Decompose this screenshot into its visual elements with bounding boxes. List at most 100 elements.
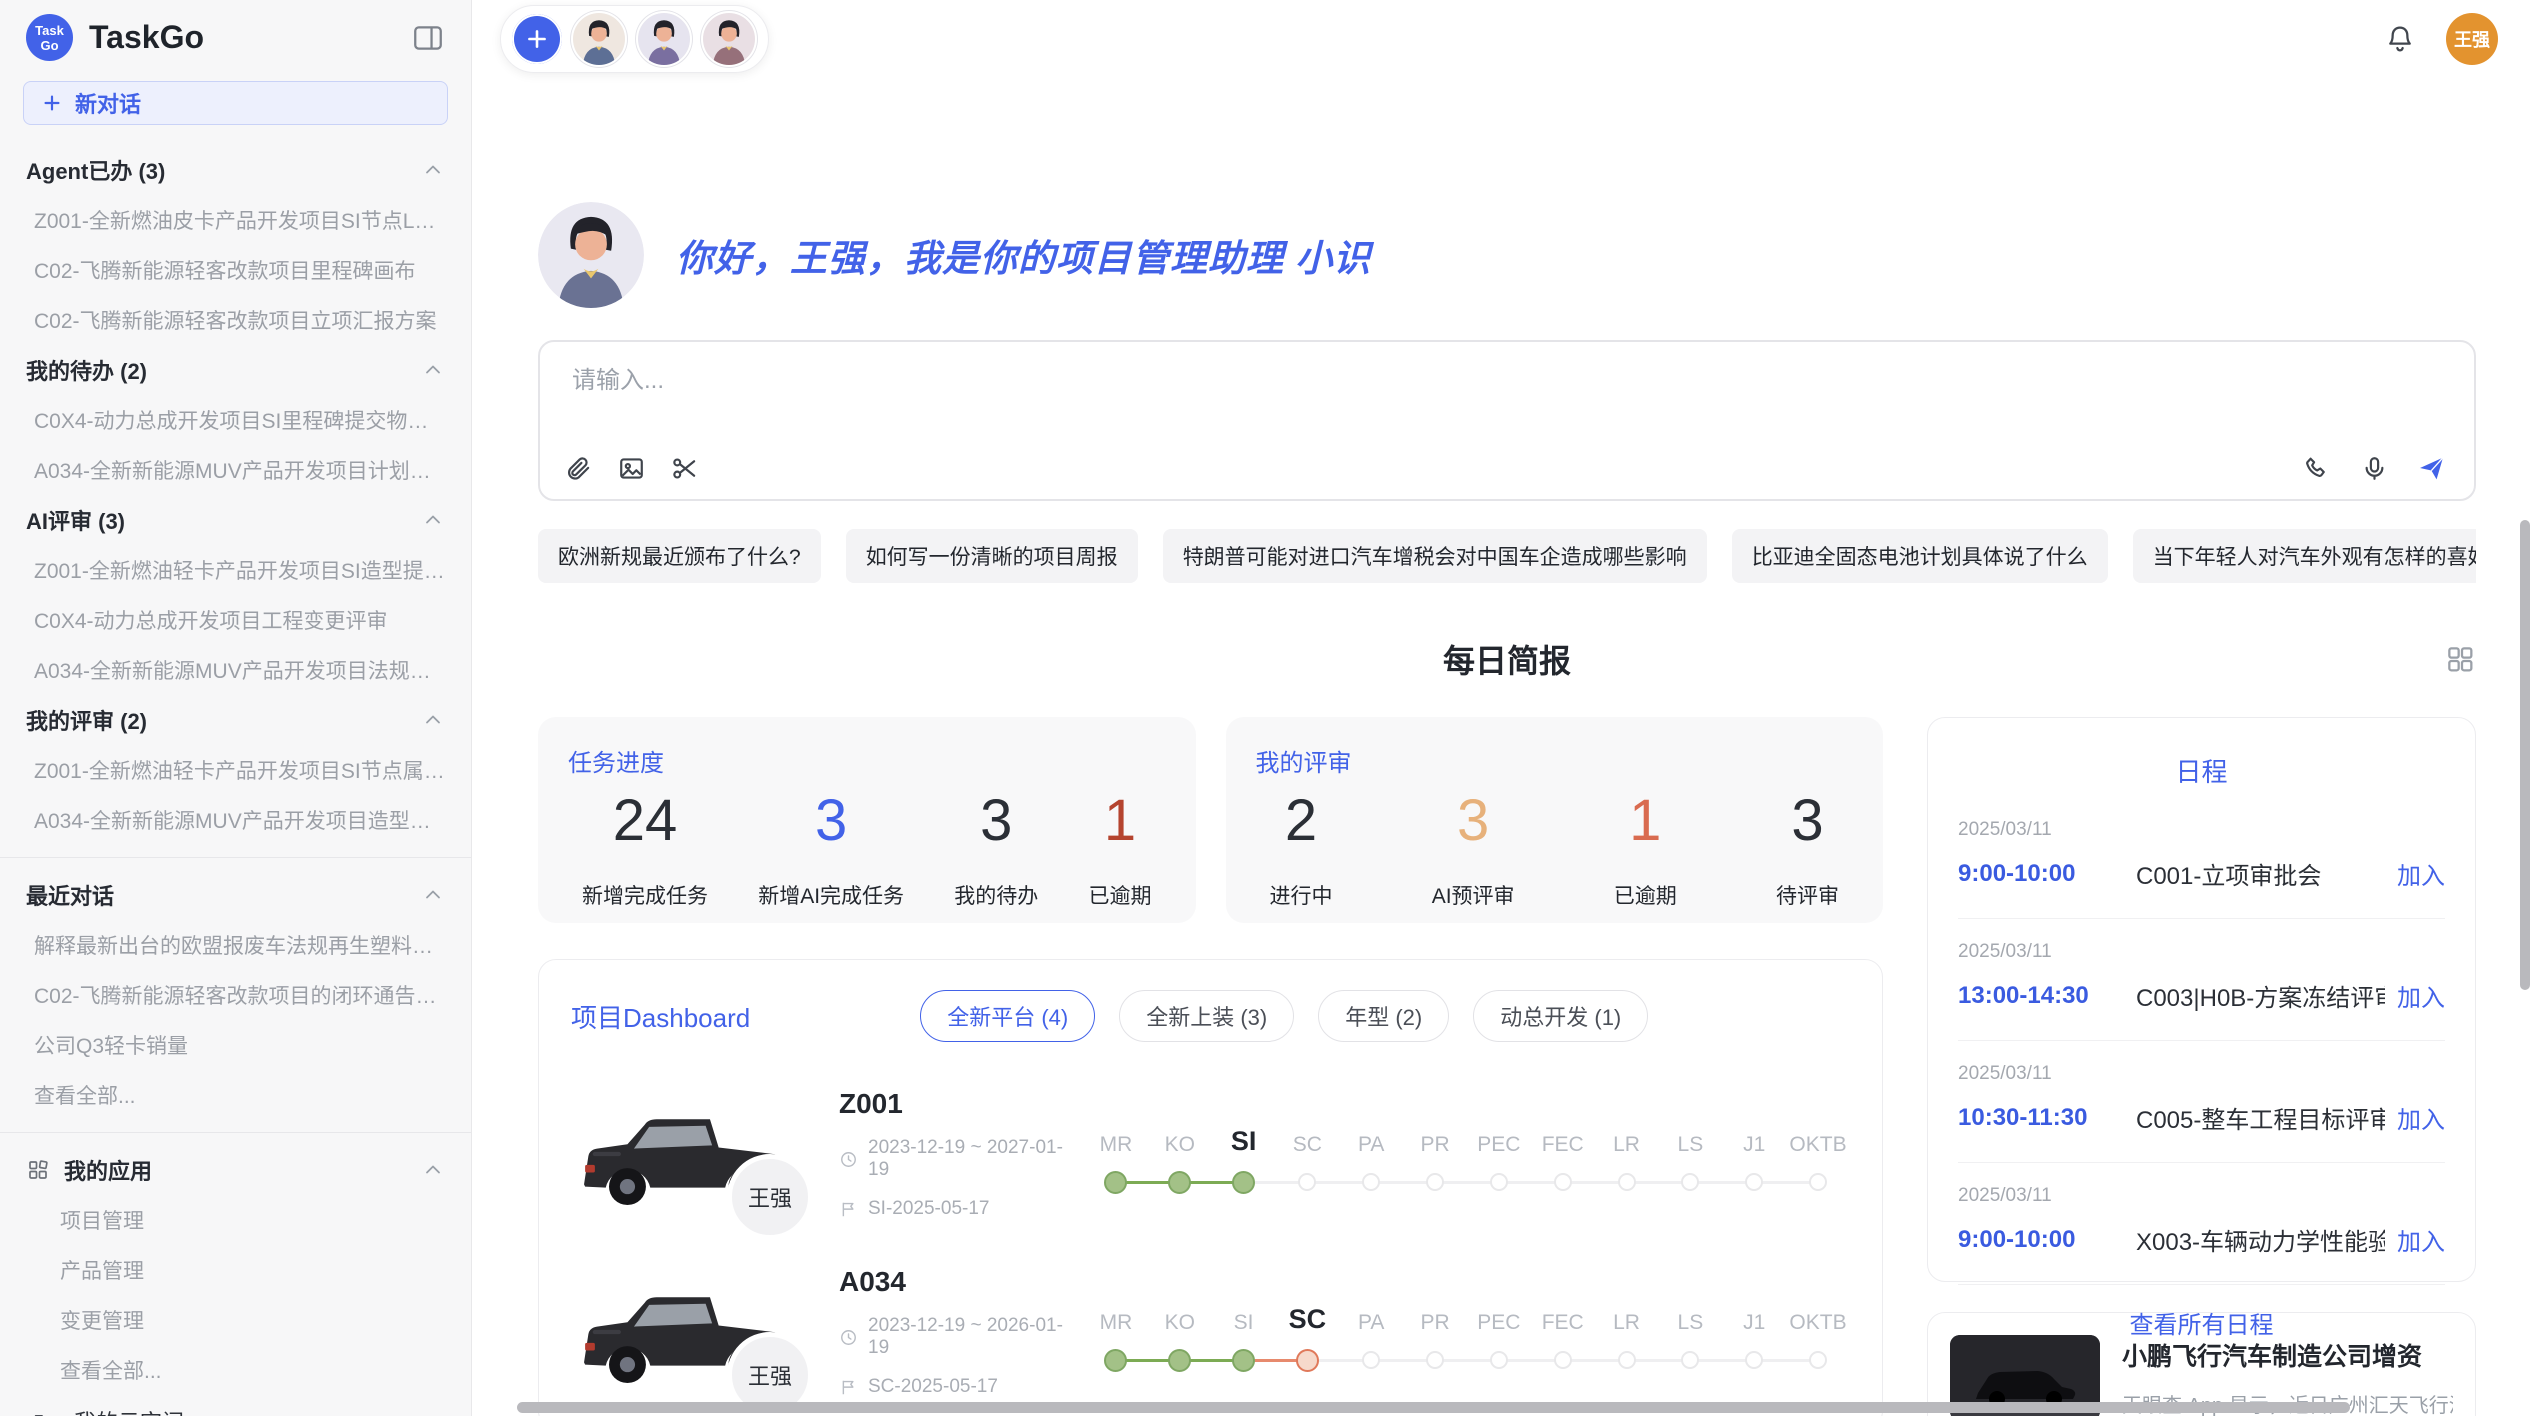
- sidebar-section-header[interactable]: 我的评审 (2): [0, 695, 471, 745]
- horizontal-scrollbar[interactable]: [517, 1402, 2350, 1413]
- stat: 3新增AI完成任务: [758, 792, 904, 910]
- join-link[interactable]: 加入: [2397, 1100, 2445, 1135]
- view-all-schedule-link[interactable]: 查看所有日程: [1958, 1285, 2445, 1342]
- sidebar-section-header[interactable]: 我的待办 (2): [0, 345, 471, 395]
- left-column: 任务进度 24新增完成任务3新增AI完成任务3我的待办1已逾期 我的评审 2进行…: [538, 717, 1883, 1416]
- join-link[interactable]: 加入: [2397, 978, 2445, 1013]
- sidebar-item[interactable]: A034-全新新能源MUV产品开发项目法规符合性评审: [0, 645, 471, 695]
- stat-label: AI预评审: [1432, 880, 1515, 910]
- sidebar-item[interactable]: 变更管理: [0, 1295, 471, 1345]
- notification-bell-icon[interactable]: [2384, 23, 2416, 55]
- layout-grid-icon[interactable]: [2444, 643, 2476, 675]
- milestone-label: OKTB: [1789, 1119, 1846, 1157]
- sidebar-item[interactable]: 查看全部...: [0, 1070, 471, 1120]
- dashboard-filter-tab[interactable]: 全新上装 (3): [1119, 990, 1294, 1042]
- milestone: LR: [1595, 1297, 1659, 1373]
- topbar-right: 王强: [2384, 13, 2498, 65]
- milestone: SI: [1212, 1119, 1276, 1195]
- milestone: PEC: [1467, 1297, 1531, 1373]
- section-label: 我的应用: [26, 1154, 421, 1186]
- sidebar-section-header[interactable]: 我的应用: [0, 1145, 471, 1195]
- dashboard-filter-tab[interactable]: 年型 (2): [1318, 990, 1449, 1042]
- send-icon[interactable]: [2417, 454, 2446, 483]
- agent-avatar-1[interactable]: [571, 11, 627, 67]
- join-link[interactable]: 加入: [2397, 1222, 2445, 1257]
- stat: 3AI预评审: [1432, 792, 1515, 910]
- project-dates-text: 2023-12-19 ~ 2026-01-19: [868, 1315, 1084, 1359]
- phone-call-icon[interactable]: [2303, 454, 2332, 483]
- schedule-item: 2025/03/119:00-10:00X003-车辆动力学性能验...加入: [1958, 1163, 2445, 1285]
- milestone-label: PA: [1358, 1297, 1384, 1335]
- sidebar-item[interactable]: C02-飞腾新能源轻客改款项目的闭环通告反馈情况: [0, 970, 471, 1020]
- sidebar-item[interactable]: C02-飞腾新能源轻客改款项目立项汇报方案: [0, 295, 471, 345]
- sidebar-item-label: 我的云空间: [74, 1405, 184, 1416]
- composer-left-icons: [564, 454, 699, 483]
- milestone-dot-row: [1403, 1347, 1467, 1373]
- project-card[interactable]: 王强A0342023-12-19 ~ 2026-01-19SC-2025-05-…: [571, 1266, 1850, 1398]
- schedule-name: X003-车辆动力学性能验...: [2136, 1222, 2385, 1257]
- chevron-up-icon: [421, 883, 445, 907]
- dashboard-filter-tab[interactable]: 动总开发 (1): [1473, 990, 1648, 1042]
- stat: 3待评审: [1776, 792, 1839, 910]
- sidebar-item[interactable]: 解释最新出台的欧盟报废车法规再生塑料比例被调至15%...: [0, 920, 471, 970]
- milestone-dot-row: [1786, 1347, 1850, 1373]
- sidebar-item[interactable]: 查看全部...: [0, 1345, 471, 1395]
- sidebar-item[interactable]: Z001-全新燃油轻卡产品开发项目SI造型提交物评审: [0, 545, 471, 595]
- sidebar-section-header[interactable]: AI评审 (3): [0, 495, 471, 545]
- dashboard-title: 项目Dashboard: [571, 998, 750, 1035]
- sidebar-item[interactable]: C0X4-动力总成开发项目SI里程碑提交物检查: [0, 395, 471, 445]
- sidebar-item[interactable]: 项目管理: [0, 1195, 471, 1245]
- milestone: MR: [1084, 1119, 1148, 1195]
- sidebar-item-folder[interactable]: 我的云空间: [0, 1395, 471, 1416]
- card-title: 任务进度: [568, 743, 1166, 778]
- sidebar-item[interactable]: Z001-全新燃油轻卡产品开发项目SI节点属性5D文件评审: [0, 745, 471, 795]
- sidebar-item[interactable]: A034-全新新能源MUV产品开发项目计划变更表编写: [0, 445, 471, 495]
- schedule-name: C001-立项审批会: [2136, 856, 2385, 891]
- milestone-dot: [1809, 1173, 1827, 1191]
- milestone-label: PEC: [1477, 1297, 1520, 1335]
- chat-input[interactable]: [570, 366, 2444, 396]
- dashboard-filter-tab[interactable]: 全新平台 (4): [920, 990, 1095, 1042]
- project-card[interactable]: 王强Z0012023-12-19 ~ 2027-01-19SI-2025-05-…: [571, 1088, 1850, 1220]
- join-link[interactable]: 加入: [2397, 856, 2445, 891]
- new-chat-button[interactable]: 新对话: [23, 81, 448, 125]
- attachment-icon[interactable]: [564, 454, 593, 483]
- suggestion-chip[interactable]: 欧洲新规最近颁布了什么?: [538, 529, 821, 583]
- suggestion-chip[interactable]: 当下年轻人对汽车外观有怎样的喜好趋势: [2133, 529, 2476, 583]
- sidebar-item[interactable]: Z001-全新燃油皮卡产品开发项目SI节点Lesson Learn报告: [0, 195, 471, 245]
- milestone-label: FEC: [1542, 1297, 1584, 1335]
- sidebar-collapse-icon[interactable]: [411, 21, 445, 55]
- stat-label: 我的待办: [954, 880, 1038, 910]
- suggestion-chip[interactable]: 特朗普可能对进口汽车增税会对中国车企造成哪些影响: [1163, 529, 1707, 583]
- scissors-icon[interactable]: [670, 454, 699, 483]
- sidebar-section-header[interactable]: Agent已办 (3): [0, 145, 471, 195]
- suggestion-chip[interactable]: 如何写一份清晰的项目周报: [846, 529, 1138, 583]
- hero-section: 你好，王强，我是你的项目管理助理 小识: [538, 202, 2476, 308]
- sidebar-item[interactable]: C02-飞腾新能源轻客改款项目里程碑画布: [0, 245, 471, 295]
- stat: 1已逾期: [1089, 792, 1152, 910]
- stat: 2进行中: [1270, 792, 1333, 910]
- sidebar-section-header[interactable]: 最近对话: [0, 870, 471, 920]
- project-info: Z0012023-12-19 ~ 2027-01-19SI-2025-05-17: [799, 1088, 1084, 1220]
- user-avatar[interactable]: 王强: [2446, 13, 2498, 65]
- milestone-dot-row: [1531, 1347, 1595, 1373]
- vertical-scrollbar[interactable]: [2520, 520, 2530, 990]
- microphone-icon[interactable]: [2360, 454, 2389, 483]
- milestone-dot: [1232, 1349, 1255, 1372]
- project-dashboard-card: 项目Dashboard 全新平台 (4) 全新上装 (3) 年型 (2) 动总开发 (…: [538, 959, 1883, 1416]
- stat: 24新增完成任务: [582, 792, 708, 910]
- add-agent-button[interactable]: [512, 14, 562, 64]
- sidebar-item[interactable]: 产品管理: [0, 1245, 471, 1295]
- milestone-dot-row: [1658, 1347, 1722, 1373]
- sidebar-item[interactable]: A034-全新新能源MUV产品开发项目造型可行性评审: [0, 795, 471, 845]
- agent-avatar-3[interactable]: [701, 11, 757, 67]
- agent-avatar-2[interactable]: [636, 11, 692, 67]
- milestone-dot-row: [1339, 1169, 1403, 1195]
- sidebar-item[interactable]: C0X4-动力总成开发项目工程变更评审: [0, 595, 471, 645]
- image-upload-icon[interactable]: [617, 454, 646, 483]
- sidebar-item[interactable]: 公司Q3轻卡销量: [0, 1020, 471, 1070]
- section-label-text: 最近对话: [26, 879, 114, 911]
- milestone-dot-row: [1467, 1169, 1531, 1195]
- suggestion-chip[interactable]: 比亚迪全固态电池计划具体说了什么: [1732, 529, 2108, 583]
- logo-text-top: Task: [35, 23, 64, 38]
